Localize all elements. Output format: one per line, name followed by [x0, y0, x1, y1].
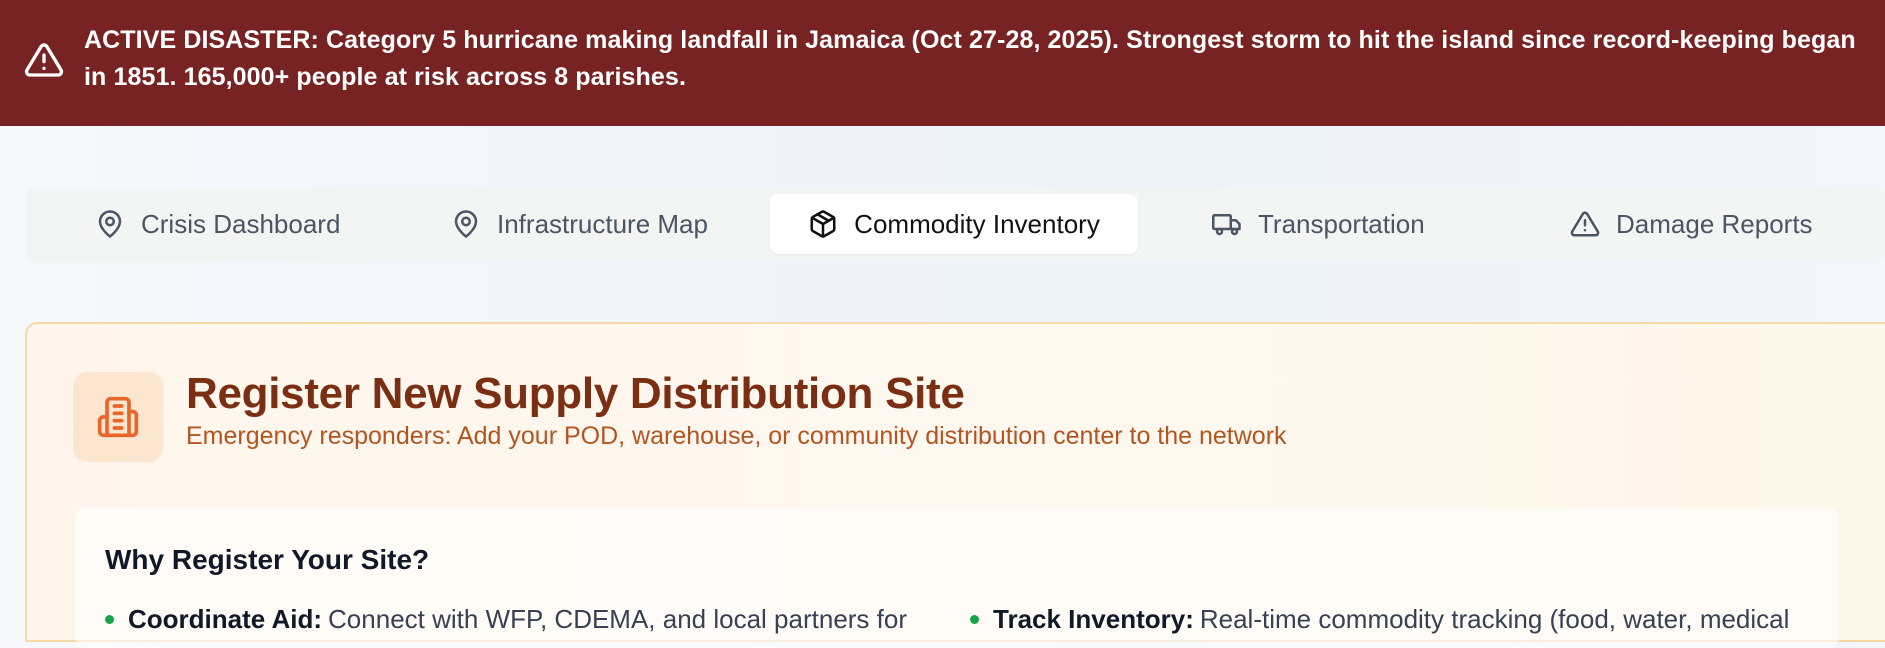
bullet-label: Coordinate Aid: — [128, 604, 323, 634]
building-icon — [97, 396, 139, 438]
tab-infrastructure-map[interactable]: Infrastructure Map — [451, 194, 751, 254]
alert-message: ACTIVE DISASTER: Category 5 hurricane ma… — [84, 22, 1884, 96]
tab-damage-reports[interactable]: Damage Reports — [1570, 194, 1850, 254]
tab-label: Infrastructure Map — [497, 208, 708, 239]
alert-lead: ACTIVE DISASTER: — [84, 26, 319, 54]
why-register-box: Why Register Your Site? Coordinate Aid: … — [75, 508, 1839, 648]
card-title: Register New Supply Distribution Site — [186, 369, 965, 418]
register-site-card: Register New Supply Distribution Site Em… — [25, 322, 1885, 648]
bullet-dot — [105, 615, 114, 624]
truck-icon — [1212, 214, 1241, 236]
tab-label: Commodity Inventory — [854, 208, 1100, 239]
disaster-alert-banner: ACTIVE DISASTER: Category 5 hurricane ma… — [0, 0, 1885, 126]
tab-crisis-dashboard[interactable]: Crisis Dashboard — [95, 194, 355, 254]
tab-transportation[interactable]: Transportation — [1212, 194, 1472, 254]
tab-label: Crisis Dashboard — [141, 208, 341, 239]
main-tabs: Crisis Dashboard Infrastructure Map Comm… — [25, 188, 1885, 262]
list-item: Track Inventory: Real-time commodity tra… — [970, 604, 1789, 635]
warning-triangle-icon — [24, 43, 64, 77]
tab-label: Damage Reports — [1616, 208, 1813, 239]
card-subtitle: Emergency responders: Add your POD, ware… — [186, 422, 1287, 450]
bullet-label: Track Inventory: — [993, 604, 1194, 634]
package-icon — [810, 210, 836, 238]
tab-commodity-inventory[interactable]: Commodity Inventory — [770, 194, 1138, 254]
bullet-text: Real-time commodity tracking (food, wate… — [1199, 604, 1790, 634]
map-pin-icon — [98, 210, 122, 238]
list-item: Coordinate Aid: Connect with WFP, CDEMA,… — [105, 604, 907, 635]
map-pin-icon — [454, 210, 478, 238]
alert-body: Category 5 hurricane making landfall in … — [84, 26, 1856, 91]
why-register-title: Why Register Your Site? — [105, 544, 430, 575]
bullet-dot — [970, 615, 979, 624]
bullet-text: Connect with WFP, CDEMA, and local partn… — [328, 604, 908, 634]
tab-label: Transportation — [1258, 208, 1425, 239]
warning-triangle-icon — [1570, 211, 1600, 237]
building-icon-box — [73, 372, 163, 462]
